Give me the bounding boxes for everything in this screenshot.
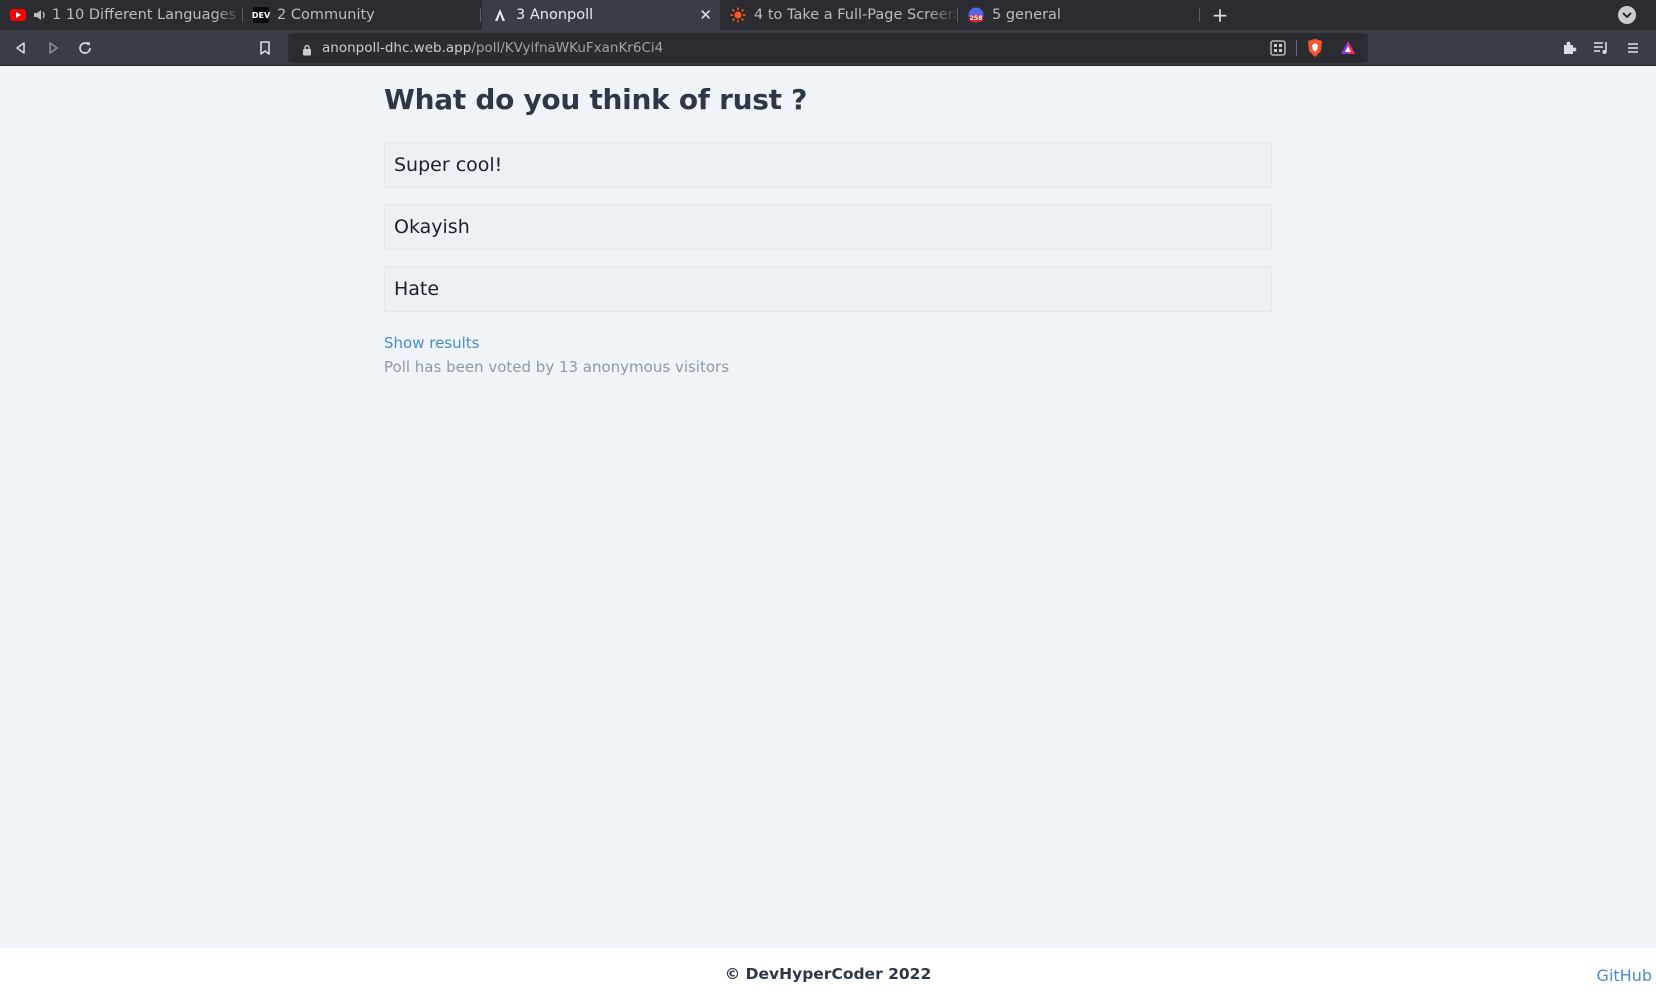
tab-title: 2 Community (277, 7, 375, 23)
extensions-button[interactable] (1559, 38, 1579, 58)
tab-screenshot[interactable]: 4 to Take a Full-Page Screensh (720, 0, 958, 30)
back-button[interactable] (11, 38, 31, 58)
url-text: anonpoll-dhc.web.app/poll/KVyifnaWKuFxan… (322, 40, 663, 56)
show-results-link[interactable]: Show results (384, 334, 480, 352)
brave-shields-icon[interactable] (1306, 38, 1324, 62)
divider (1296, 40, 1297, 56)
chat-icon: 258 (968, 7, 984, 23)
copyright-text: © DevHyperCoder 2022 (724, 965, 932, 983)
reload-button[interactable] (75, 38, 95, 58)
tab-dev-community[interactable]: DEV 2 Community (243, 0, 481, 30)
brave-rewards-icon[interactable] (1340, 40, 1356, 60)
github-link[interactable]: GitHub (1597, 966, 1652, 985)
angular-icon (492, 7, 508, 23)
bookmark-icon (260, 40, 270, 55)
page-footer: © DevHyperCoder 2022 GitHub (0, 948, 1656, 1004)
poll-options: Super cool! Okayish Hate (384, 142, 1272, 312)
bookmark-button[interactable] (255, 38, 275, 58)
tab-anonpoll[interactable]: 3 Anonpoll ✕ (482, 0, 720, 30)
tab-title: 4 to Take a Full-Page Screensh (754, 7, 958, 23)
playlist-icon (1594, 42, 1607, 54)
new-tab-button[interactable]: + (1208, 2, 1232, 28)
tab-title: 3 Anonpoll (516, 7, 594, 23)
hamburger-icon (1628, 43, 1638, 53)
forward-icon (49, 42, 58, 54)
url-host: anonpoll-dhc.web.app (322, 40, 472, 56)
close-tab-icon[interactable]: ✕ (699, 6, 712, 24)
vote-count-text: Poll has been voted by 13 anonymous visi… (384, 358, 730, 376)
reload-icon (79, 42, 91, 54)
tab-list-button[interactable] (1618, 6, 1636, 24)
poll-option-super-cool[interactable]: Super cool! (384, 142, 1272, 188)
forward-button[interactable] (43, 38, 63, 58)
tab-general[interactable]: 258 5 general (958, 0, 1200, 30)
puzzle-icon (1564, 41, 1577, 54)
lock-icon (302, 41, 312, 60)
speaker-icon[interactable] (32, 7, 48, 23)
browser-toolbar: anonpoll-dhc.web.app/poll/KVyifnaWKuFxan… (0, 30, 1656, 66)
tab-youtube[interactable]: 1 10 Different Languages on (0, 0, 243, 30)
poll-option-okayish[interactable]: Okayish (384, 204, 1272, 250)
tab-title: 1 10 Different Languages on (52, 7, 243, 23)
address-bar[interactable]: anonpoll-dhc.web.app/poll/KVyifnaWKuFxan… (288, 33, 1368, 63)
chevron-down-icon (1622, 12, 1632, 19)
poll-option-hate[interactable]: Hate (384, 266, 1272, 312)
tab-badge: 258 (969, 15, 983, 22)
url-path: /poll/KVyifnaWKuFxanKr6Ci4 (471, 40, 664, 56)
poll-page: What do you think of rust ? Super cool! … (0, 66, 1656, 948)
tab-title: 5 general (992, 7, 1061, 23)
sun-icon (730, 7, 746, 23)
menu-button[interactable] (1623, 38, 1643, 58)
tab-strip: 1 10 Different Languages on DEV 2 Commun… (0, 0, 1656, 30)
media-playlist-button[interactable] (1591, 38, 1611, 58)
poll-container: What do you think of rust ? Super cool! … (384, 82, 1272, 376)
qr-code-icon[interactable] (1270, 40, 1286, 60)
poll-question: What do you think of rust ? (384, 83, 808, 116)
dev-icon: DEV (252, 7, 270, 23)
youtube-icon (10, 7, 26, 23)
back-icon (16, 42, 25, 54)
